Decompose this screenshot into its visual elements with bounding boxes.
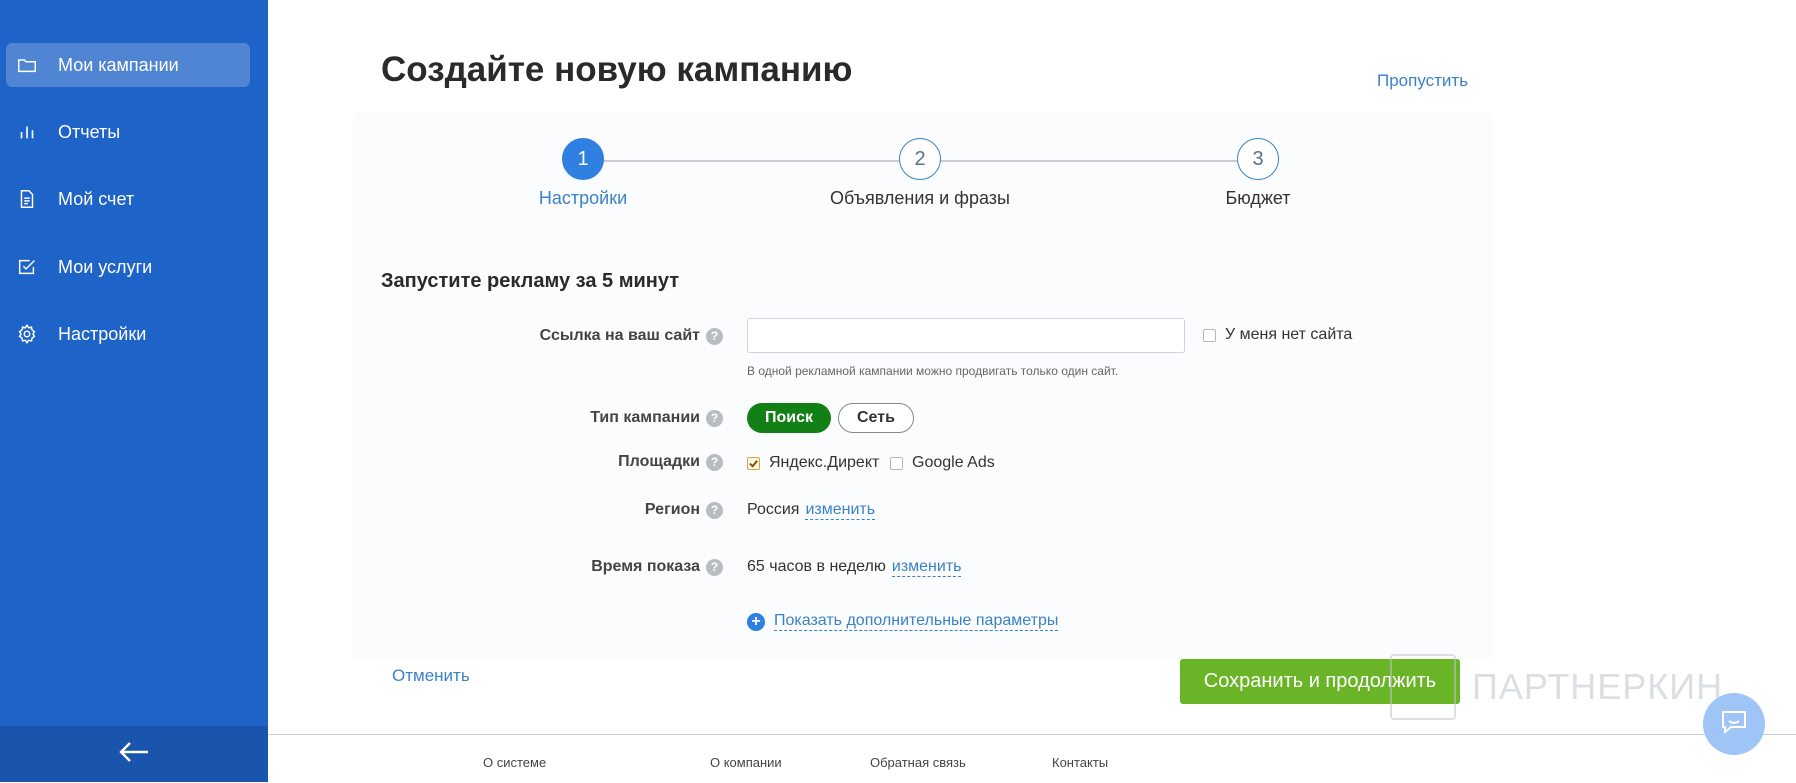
step-ads-and-phrases[interactable]: 2 Объявления и фразы bbox=[790, 138, 1050, 209]
footer-link-about-company[interactable]: О компании bbox=[710, 755, 782, 770]
help-icon[interactable]: ? bbox=[706, 453, 723, 471]
bar-chart-icon bbox=[16, 121, 38, 143]
step-label: Объявления и фразы bbox=[830, 188, 1010, 208]
platform-google-row[interactable]: Google Ads bbox=[890, 454, 995, 472]
chat-button[interactable] bbox=[1703, 693, 1765, 755]
document-icon bbox=[16, 188, 38, 210]
chat-icon bbox=[1720, 709, 1748, 740]
more-params-toggle[interactable]: + Показать дополнительные параметры bbox=[747, 612, 1059, 631]
platform-yandex-label: Яндекс.Директ bbox=[769, 454, 880, 471]
footer-link-contacts[interactable]: Контакты bbox=[1052, 755, 1108, 770]
cancel-link[interactable]: Отменить bbox=[392, 666, 470, 686]
help-icon[interactable]: ? bbox=[706, 409, 723, 427]
skip-link[interactable]: Пропустить bbox=[1377, 71, 1468, 91]
step-number: 1 bbox=[562, 138, 604, 180]
campaign-type-label: Тип кампании ? bbox=[590, 409, 723, 427]
step-label: Бюджет bbox=[1225, 188, 1291, 208]
page-title: Создайте новую кампанию bbox=[381, 50, 853, 89]
gear-icon bbox=[16, 323, 38, 345]
platform-google-checkbox[interactable] bbox=[890, 456, 903, 470]
sidebar-collapse-button[interactable] bbox=[0, 726, 268, 782]
show-time-value: 65 часов в неделю bbox=[747, 558, 886, 575]
sidebar: Мои кампании Отчеты Мой счет Мои услуги … bbox=[0, 0, 268, 782]
sidebar-item-label: Мои услуги bbox=[58, 256, 153, 277]
help-icon[interactable]: ? bbox=[706, 501, 723, 519]
show-time-label: Время показа ? bbox=[591, 558, 723, 576]
step-number: 2 bbox=[899, 138, 941, 180]
region-change-link[interactable]: изменить bbox=[805, 501, 876, 520]
folder-icon bbox=[16, 54, 38, 76]
sidebar-item-label: Настройки bbox=[58, 323, 147, 344]
help-icon[interactable]: ? bbox=[706, 327, 723, 345]
sidebar-item-label: Мои кампании bbox=[58, 54, 179, 75]
watermark-text: ПАРТНЕРКИН bbox=[1472, 666, 1724, 707]
show-time-label-text: Время показа bbox=[591, 558, 700, 575]
platforms-label-text: Площадки bbox=[618, 453, 700, 470]
region-value: Россия bbox=[747, 501, 800, 518]
step-label: Настройки bbox=[538, 188, 628, 208]
checkbox-icon bbox=[16, 256, 38, 278]
sidebar-item-my-account[interactable]: Мой счет bbox=[6, 177, 250, 221]
step-settings[interactable]: 1 Настройки bbox=[453, 138, 713, 209]
region-label-text: Регион bbox=[644, 501, 700, 518]
sidebar-item-settings[interactable]: Настройки bbox=[6, 312, 250, 356]
no-site-label: У меня нет сайта bbox=[1225, 326, 1353, 343]
sidebar-item-label: Отчеты bbox=[58, 121, 121, 142]
watermark: ПАРТНЕРКИН bbox=[1390, 652, 1750, 722]
platform-yandex-row[interactable]: Яндекс.Директ bbox=[747, 454, 879, 472]
section-title: Запустите рекламу за 5 минут bbox=[381, 270, 680, 292]
footer-link-feedback[interactable]: Обратная связь bbox=[870, 755, 966, 770]
footer: О системе О компании Обратная связь Конт… bbox=[268, 734, 1796, 783]
no-site-checkbox-row[interactable]: У меня нет сайта bbox=[1203, 326, 1352, 344]
platform-google-label: Google Ads bbox=[912, 454, 995, 471]
no-site-checkbox[interactable] bbox=[1203, 328, 1216, 342]
sidebar-item-my-services[interactable]: Мои услуги bbox=[6, 245, 250, 289]
site-url-label-text: Ссылка на ваш сайт bbox=[539, 327, 700, 344]
arrow-left-icon bbox=[118, 741, 150, 768]
step-budget[interactable]: 3 Бюджет bbox=[1128, 138, 1388, 209]
sidebar-item-label: Мой счет bbox=[58, 188, 135, 209]
plus-circle-icon: + bbox=[747, 612, 765, 631]
show-time-change-link[interactable]: изменить bbox=[891, 558, 962, 577]
step-number: 3 bbox=[1237, 138, 1279, 180]
region-label: Регион ? bbox=[645, 501, 723, 519]
sidebar-item-reports[interactable]: Отчеты bbox=[6, 110, 250, 154]
show-time-value-row: 65 часов в неделю изменить bbox=[747, 558, 962, 577]
more-params-link[interactable]: Показать дополнительные параметры bbox=[774, 612, 1059, 631]
platform-yandex-checkbox[interactable] bbox=[747, 456, 760, 470]
site-url-label: Ссылка на ваш сайт ? bbox=[540, 327, 723, 345]
campaign-type-network-button[interactable]: Сеть bbox=[838, 403, 914, 433]
site-url-input[interactable] bbox=[747, 318, 1185, 353]
site-url-hint: В одной рекламной кампании можно продвиг… bbox=[747, 364, 1119, 378]
platforms-label: Площадки ? bbox=[618, 453, 723, 471]
watermark-logo bbox=[1390, 654, 1456, 720]
footer-link-about-system[interactable]: О системе bbox=[483, 755, 546, 770]
campaign-type-search-button[interactable]: Поиск bbox=[747, 403, 832, 433]
campaign-type-label-text: Тип кампании bbox=[590, 409, 700, 426]
help-icon[interactable]: ? bbox=[706, 558, 723, 576]
sidebar-item-my-campaigns[interactable]: Мои кампании bbox=[6, 43, 250, 87]
region-value-row: Россия изменить bbox=[747, 501, 876, 520]
